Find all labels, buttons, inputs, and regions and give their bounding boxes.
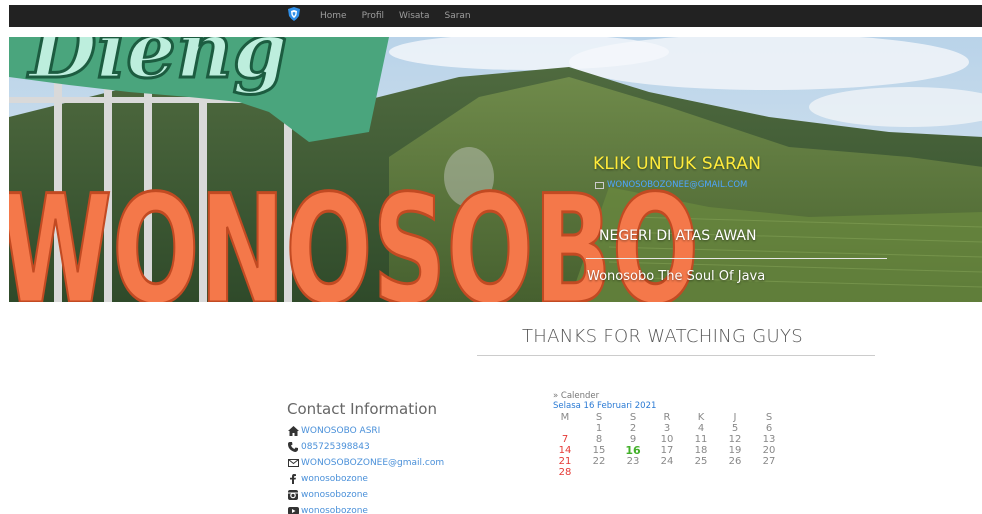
- calendar-empty-cell: [650, 467, 684, 478]
- calendar-day[interactable]: 10: [650, 434, 684, 445]
- contact-email[interactable]: WONOSOBOZONEE@gmail.com: [287, 455, 444, 471]
- nav-links: Home Profil Wisata Saran: [320, 5, 486, 27]
- thanks-divider: [477, 355, 875, 356]
- page: Home Profil Wisata Saran Dieng WONOSOBO …: [0, 0, 982, 514]
- calendar-day[interactable]: 6: [752, 423, 786, 434]
- calendar-day[interactable]: 23: [616, 456, 650, 467]
- contact-email-text[interactable]: WONOSOBOZONEE@gmail.com: [301, 458, 444, 468]
- nav-link-profil[interactable]: Profil: [362, 11, 384, 21]
- nav-link-wisata[interactable]: Wisata: [399, 11, 429, 21]
- calendar-day[interactable]: 2: [616, 423, 650, 434]
- contact-phone[interactable]: 085725398843: [287, 439, 444, 455]
- calendar-day[interactable]: 20: [752, 445, 786, 456]
- calendar-day[interactable]: 11: [684, 434, 718, 445]
- calendar-heading: » Calender: [553, 391, 600, 401]
- contact-facebook-text[interactable]: wonosobozone: [301, 474, 368, 484]
- calendar-day[interactable]: 4: [684, 423, 718, 434]
- calendar-day-header: K: [697, 412, 705, 423]
- hero-image: Dieng WONOSOBO: [9, 37, 982, 302]
- mail-icon: [595, 181, 604, 189]
- calendar-day[interactable]: 5: [718, 423, 752, 434]
- youtube-icon: [287, 505, 299, 514]
- contact-facebook[interactable]: wonosobozone: [287, 471, 444, 487]
- sign-top-text: Dieng: [27, 37, 287, 96]
- contact-instagram-text[interactable]: wonosobozone: [301, 490, 368, 500]
- calendar-empty-cell: [684, 467, 718, 478]
- calendar-day[interactable]: 3: [650, 423, 684, 434]
- navbar: Home Profil Wisata Saran: [9, 5, 982, 27]
- calendar-day[interactable]: 24: [650, 456, 684, 467]
- calendar-grid: M S S R K J S 1 2 3 4 5 6 7 8 9 10 11 12 13 14 15 16 17 18 19 20 21…: [548, 412, 786, 478]
- calendar-empty-cell: [752, 467, 786, 478]
- facebook-icon: [287, 473, 299, 485]
- calendar-day[interactable]: 27: [752, 456, 786, 467]
- contact-address[interactable]: WONOSOBO ASRI: [287, 423, 444, 439]
- hero-email-text[interactable]: WONOSOBOZONEE@GMAIL.COM: [607, 180, 747, 190]
- calendar-day[interactable]: 19: [718, 445, 752, 456]
- hero-tagline: Wonosobo The Soul Of Java: [587, 269, 766, 284]
- calendar-day[interactable]: 14: [548, 445, 582, 456]
- calendar-day[interactable]: 26: [718, 456, 752, 467]
- calendar-day[interactable]: 22: [582, 456, 616, 467]
- calendar-day-header: S: [765, 412, 773, 423]
- calendar-day[interactable]: 1: [582, 423, 616, 434]
- thanks-heading: THANKS FOR WATCHING GUYS: [522, 326, 803, 347]
- calendar-date: Selasa 16 Februari 2021: [553, 401, 657, 411]
- contact-youtube[interactable]: wonosobozone: [287, 503, 444, 514]
- instagram-icon: [287, 489, 299, 501]
- contact-address-text[interactable]: WONOSOBO ASRI: [301, 426, 380, 436]
- calendar-day[interactable]: 7: [548, 434, 582, 445]
- home-icon: [287, 425, 299, 437]
- calendar-day[interactable]: 13: [752, 434, 786, 445]
- contact-phone-text[interactable]: 085725398843: [301, 442, 370, 452]
- hero-email[interactable]: WONOSOBOZONEE@GMAIL.COM: [595, 180, 747, 190]
- calendar-day[interactable]: 28: [548, 467, 582, 478]
- contact-title: Contact Information: [287, 400, 437, 418]
- calendar-day[interactable]: 16: [616, 445, 650, 456]
- calendar-day-header: S: [595, 412, 603, 423]
- calendar-empty-cell: [548, 423, 582, 434]
- calendar-empty-cell: [582, 467, 616, 478]
- nav-link-saran[interactable]: Saran: [444, 11, 470, 21]
- calendar-day-header: S: [629, 412, 637, 423]
- contact-youtube-text[interactable]: wonosobozone: [301, 506, 368, 514]
- calendar-empty-cell: [718, 467, 752, 478]
- calendar-day-header: R: [663, 412, 671, 423]
- phone-icon: [287, 441, 299, 453]
- calendar-day-header: J: [733, 412, 737, 423]
- calendar-day[interactable]: 15: [582, 445, 616, 456]
- calendar-day[interactable]: 8: [582, 434, 616, 445]
- calendar-day[interactable]: 12: [718, 434, 752, 445]
- calendar-day[interactable]: 18: [684, 445, 718, 456]
- calendar-day-header: M: [560, 412, 570, 423]
- calendar-day[interactable]: 17: [650, 445, 684, 456]
- calendar-day[interactable]: 21: [548, 456, 582, 467]
- hero-divider: [586, 258, 887, 259]
- contact-section: Contact Information WONOSOBO ASRI 085725…: [287, 400, 444, 514]
- shield-icon[interactable]: [288, 7, 300, 21]
- hero-subtitle: NEGERI DI ATAS AWAN: [599, 228, 757, 244]
- calendar-empty-cell: [616, 467, 650, 478]
- nav-link-home[interactable]: Home: [320, 11, 347, 21]
- hero-banner: Dieng WONOSOBO KLIK UNTUK SARAN WONOSOBO…: [9, 37, 982, 302]
- hero-title[interactable]: KLIK UNTUK SARAN: [593, 154, 761, 174]
- calendar-day[interactable]: 25: [684, 456, 718, 467]
- calendar-widget: » Calender Selasa 16 Februari 2021 M S S R K…: [553, 391, 786, 478]
- mail-icon: [287, 457, 299, 469]
- contact-instagram[interactable]: wonosobozone: [287, 487, 444, 503]
